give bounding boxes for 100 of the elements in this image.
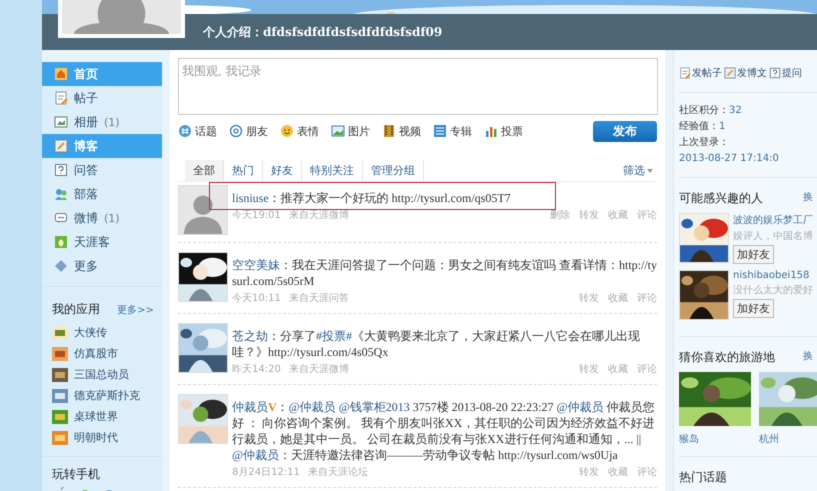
at-icon <box>229 124 243 138</box>
app-item[interactable]: 明朝时代 <box>42 427 162 448</box>
post-text: lisniuse：推荐大家一个好玩的 http://tysurl.com/qs05T7 <box>232 190 512 206</box>
quick-action-link[interactable]: 发帖子 <box>679 66 722 80</box>
stat-value: 2013-08-27 17:14:0 <box>679 152 779 166</box>
app-icon <box>52 368 68 382</box>
add-friend-button[interactable]: 加好友 <box>733 245 774 264</box>
mention-link[interactable]: @仲裁员 <box>288 400 336 414</box>
user-avatar[interactable] <box>178 394 228 444</box>
mention-link[interactable]: @仲裁员 <box>556 400 604 414</box>
user-avatar[interactable] <box>679 270 729 320</box>
app-icon <box>52 346 68 360</box>
refresh-link[interactable]: 换 <box>803 190 813 207</box>
people-icon <box>54 187 68 201</box>
author-link[interactable]: 空空美妹 <box>232 258 280 272</box>
place-link[interactable]: 杭州 <box>759 432 817 446</box>
quick-action-link[interactable]: 发博文 <box>724 66 767 80</box>
list-icon <box>433 124 447 138</box>
filter-dropdown[interactable]: 筛选 <box>623 160 657 181</box>
feed-tab[interactable]: 热门 <box>224 160 263 181</box>
post-text: 空空美妹：我在天涯问答提了一个问题：男女之间有纯友谊吗 查看详情：http://tysurl.com/5s05rM <box>232 257 657 289</box>
app-icon <box>52 410 68 424</box>
user-avatar[interactable] <box>178 252 228 302</box>
blog-icon <box>54 139 68 153</box>
section-title: 我的应用 <box>52 301 100 318</box>
document-icon <box>679 67 691 79</box>
app-item[interactable]: 德克萨斯扑克 <box>42 385 162 406</box>
user-bio: 没什么太大的爱好 <box>733 284 813 297</box>
add-friend-button[interactable]: 加好友 <box>733 299 774 318</box>
nav-item[interactable]: 天涯客 <box>42 230 162 254</box>
bar-chart-icon <box>484 124 498 138</box>
user-avatar[interactable] <box>679 213 729 263</box>
author-link[interactable]: 仲裁员 <box>232 400 268 414</box>
stat-value: 32 <box>729 104 742 118</box>
section-title: 猜你喜欢的旅游地 <box>679 349 775 366</box>
app-item[interactable]: 三国总动员 <box>42 364 162 385</box>
app-item[interactable]: 仿真股市 <box>42 343 162 364</box>
post-text: 苍之劫：分享了#投票#《大黄鸭要来北京了，大家赶紧八一八它会在哪儿出现哇？》http://tysurl.com/4s05Qx <box>232 328 641 360</box>
mention-link[interactable]: @仲裁员 <box>232 448 280 462</box>
toolbar-item[interactable]: 图片 <box>331 124 370 138</box>
question-icon <box>54 163 68 177</box>
feed-tab[interactable]: 全部 <box>185 160 224 181</box>
feed-tab[interactable]: 特别关注 <box>302 160 363 181</box>
toolbar-item[interactable]: 视频 <box>382 124 421 138</box>
caret-icon <box>647 168 653 172</box>
toolbar-item[interactable]: 话题 <box>178 124 217 138</box>
topic-icon <box>178 124 192 138</box>
more-link[interactable]: 更多>> <box>117 303 154 317</box>
blog-icon <box>724 67 736 79</box>
section-title: 可能感兴趣的人 <box>679 190 763 207</box>
section-title: 热门话题 <box>679 470 727 484</box>
chat-icon <box>54 211 68 225</box>
user-name[interactable]: 波波的娱乐梦工厂 <box>733 213 813 227</box>
post-text: 仲裁员V：@仲裁员 @钱掌柜2013 3757楼 2013-08-20 22:23:27 @仲裁员 仲裁员您好 ： 向你咨询个案例。 我有个朋友叫张XX，其任职的公司因为经济效益不好进行裁员，她是其中一员。 公司在裁员前没有与张XX进行任何沟通和通知，... || @仲裁员：天涯特邀法律咨询———劳动争议专帖 http://tysurl.com/ws0Uja <box>232 399 656 463</box>
verified-label: V <box>268 400 277 414</box>
question-icon <box>769 67 781 79</box>
toolbar-item[interactable]: 朋友 <box>229 124 268 138</box>
app-icon <box>52 388 68 402</box>
nav-item[interactable]: 部落 <box>42 182 162 206</box>
image-icon <box>331 124 345 138</box>
stat-value: 1 <box>719 120 726 134</box>
feed-tab[interactable]: 好友 <box>263 160 302 181</box>
stat-label: 社区积分： <box>679 105 729 116</box>
diamond-icon <box>54 259 68 273</box>
publish-button[interactable]: 发布 <box>593 120 657 142</box>
author-link[interactable]: lisniuse <box>232 191 269 205</box>
refresh-link[interactable]: 换 <box>803 349 813 366</box>
toolbar-item[interactable]: 专辑 <box>433 124 472 138</box>
nav-item[interactable]: 相册 (1) <box>42 110 162 134</box>
smiley-icon <box>280 124 294 138</box>
document-icon <box>54 91 68 105</box>
stat-label: 经验值： <box>679 121 719 132</box>
feed-tab[interactable]: 管理分组 <box>363 160 424 181</box>
nav-item[interactable]: 更多 <box>42 254 162 278</box>
app-icon <box>52 326 68 340</box>
mention-link[interactable]: @钱掌柜2013 <box>338 400 410 414</box>
quick-action-link[interactable]: 提问 <box>769 66 802 80</box>
author-link[interactable]: 苍之劫 <box>232 329 268 343</box>
post-input[interactable]: 我围观, 我记录 <box>178 58 658 115</box>
footprint-icon <box>54 235 68 249</box>
app-icon <box>52 430 68 444</box>
section-title: 玩转手机 <box>52 467 100 481</box>
app-item[interactable]: 桌球世界 <box>42 406 162 427</box>
nav-item[interactable]: 微博 (1) <box>42 206 162 230</box>
stat-label: 上次登录： <box>679 137 729 148</box>
avatar-silhouette-icon <box>179 186 227 234</box>
mention-link[interactable]: #投票# <box>316 329 352 343</box>
film-icon <box>382 124 396 138</box>
toolbar-item[interactable]: 表情 <box>280 124 319 138</box>
photo-icon <box>54 115 68 129</box>
nav-item[interactable]: 帖子 <box>42 86 162 110</box>
place-link[interactable]: 猴岛 <box>679 432 751 446</box>
user-name[interactable]: nishibaobei158 <box>733 270 813 281</box>
home-icon <box>54 67 68 81</box>
app-item[interactable]: 大侠传 <box>42 322 162 343</box>
profile-intro: 个人介绍：dfdsfsdfdfdsfsdfdfdsfsdf09 <box>203 24 442 40</box>
user-bio: 娱评人，中国名博 <box>733 230 813 243</box>
user-avatar[interactable] <box>178 323 228 373</box>
toolbar-item[interactable]: 投票 <box>484 124 523 138</box>
nav-item[interactable]: 问答 <box>42 158 162 182</box>
